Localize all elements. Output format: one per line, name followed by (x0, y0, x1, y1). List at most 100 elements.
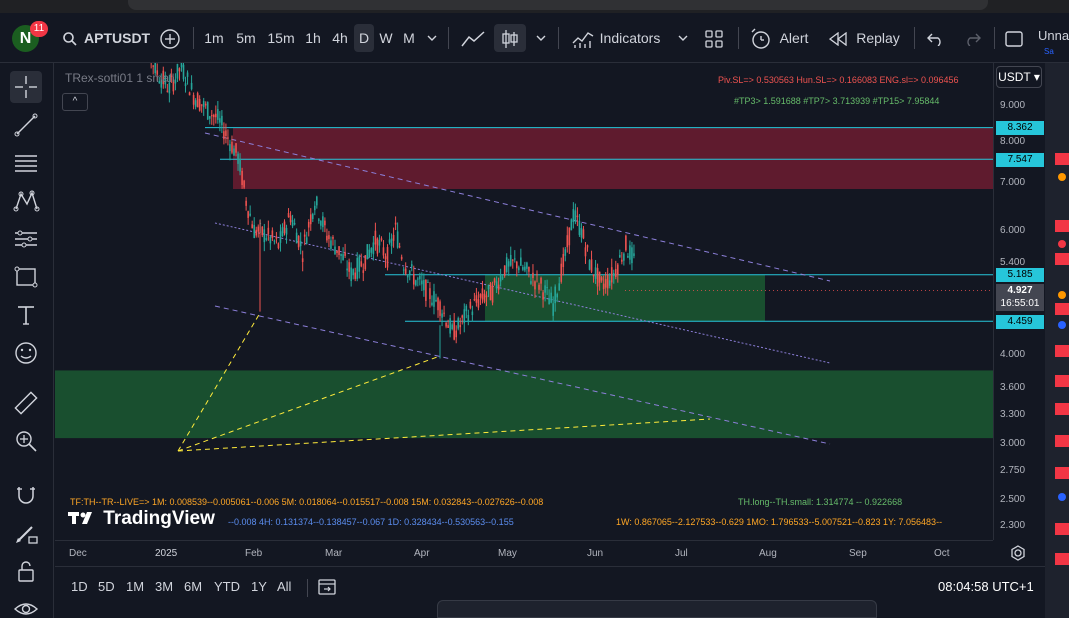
watchlist-flag[interactable] (1055, 403, 1069, 415)
price-tick: 6.000 (1000, 225, 1026, 236)
emoji-icon[interactable] (10, 337, 42, 369)
crosshair-icon[interactable] (10, 71, 42, 103)
timeframe-m[interactable]: M (399, 24, 419, 52)
magnet-icon[interactable] (10, 479, 42, 511)
layout-grid-icon[interactable] (702, 24, 726, 52)
address-bar[interactable] (128, 0, 988, 10)
candles-chart-icon[interactable] (494, 24, 526, 52)
range-ytd[interactable]: YTD (214, 579, 240, 594)
rectangle-icon[interactable] (10, 261, 42, 293)
lock-icon[interactable] (10, 555, 42, 587)
tradingview-logo[interactable]: TradingView (68, 508, 215, 530)
th-long-small-text: TH.long--TH.small: 1.314774 -- 0.922668 (738, 497, 903, 507)
currency-selector[interactable]: USDT ▾ (996, 66, 1042, 88)
range-6m[interactable]: 6M (184, 579, 202, 594)
watchlist-flag[interactable] (1055, 523, 1069, 535)
redo-icon[interactable] (960, 24, 984, 52)
chevron-down-icon[interactable] (423, 24, 441, 52)
price-scale[interactable]: USDT ▾ 9.000 8.000 7.000 6.000 5.400 4.0… (993, 63, 1045, 540)
range-3m[interactable]: 3M (155, 579, 173, 594)
candle-body (619, 254, 621, 258)
price-tick: 2.300 (1000, 520, 1026, 531)
watchlist-flag[interactable] (1055, 345, 1069, 357)
candle-body (617, 264, 619, 275)
candle-body (447, 325, 449, 328)
settings-gear-icon[interactable] (1010, 545, 1026, 566)
range-1m[interactable]: 1M (126, 579, 144, 594)
layout-square-icon[interactable] (1002, 24, 1026, 52)
candle-body (427, 281, 429, 283)
candle-body (560, 263, 563, 282)
candle-body (253, 224, 255, 238)
range-all[interactable]: All (277, 579, 291, 594)
trend-line-icon[interactable] (10, 109, 42, 141)
time-label: May (498, 548, 517, 559)
ruler-icon[interactable] (10, 387, 42, 419)
line-chart-icon[interactable] (458, 24, 488, 52)
candle-body (227, 137, 229, 139)
range-5d[interactable]: 5D (98, 579, 115, 594)
candle-body (277, 243, 280, 249)
undo-icon[interactable] (924, 24, 948, 52)
replay-icon[interactable] (828, 24, 848, 52)
legend-collapse-button[interactable]: ^ (62, 93, 88, 111)
candle-body (196, 93, 199, 108)
range-1y[interactable]: 1Y (251, 579, 267, 594)
watchlist-flag[interactable] (1055, 375, 1069, 387)
candle-body (271, 230, 274, 238)
watchlist-flag[interactable] (1055, 220, 1069, 232)
pencil-lock-icon[interactable] (10, 517, 42, 549)
pattern-icon[interactable] (10, 185, 42, 217)
candle-body (332, 236, 334, 239)
watchlist-flag[interactable] (1055, 153, 1069, 165)
chevron-down-icon[interactable] (532, 24, 550, 52)
fib-lines-icon[interactable] (10, 147, 42, 179)
clock-timezone[interactable]: 08:04:58 UTC+1 (938, 579, 1034, 594)
alert-button[interactable]: Alert (776, 24, 812, 52)
forecast-icon[interactable] (10, 223, 42, 255)
timeframe-15m[interactable]: 15m (265, 24, 297, 52)
watchlist-flag[interactable] (1055, 253, 1069, 265)
zoom-in-icon[interactable] (10, 425, 42, 457)
indicators-button[interactable]: Indicators (598, 24, 662, 52)
candle-body (623, 253, 625, 261)
chart-pane[interactable] (55, 63, 993, 540)
candle-body (479, 294, 482, 298)
watchlist-dot (1058, 291, 1066, 299)
watchlist-flag[interactable] (1055, 467, 1069, 479)
candle-body (334, 246, 336, 255)
timeframe-1h[interactable]: 1h (301, 24, 325, 52)
timeframe-1m[interactable]: 1m (200, 24, 228, 52)
floating-drawing-toolbar[interactable] (437, 600, 877, 618)
candle-body (602, 283, 605, 290)
candle-body (511, 259, 514, 261)
candle-body (408, 270, 411, 275)
candle-body (406, 275, 409, 278)
candle-body (546, 287, 548, 289)
pivot-stoploss-text: Piv.SL=> 0.530563 Hun.SL=> 0.166083 ENG.… (718, 75, 959, 85)
watchlist-flag[interactable] (1055, 435, 1069, 447)
candle-body (281, 227, 284, 237)
candle-body (524, 266, 526, 271)
timeframe-4h[interactable]: 4h (328, 24, 352, 52)
eye-icon[interactable] (10, 593, 42, 618)
supply-demand-zone (485, 274, 765, 322)
timeframe-w[interactable]: W (376, 24, 396, 52)
timeframe-d[interactable]: D (354, 24, 374, 52)
indicators-icon[interactable] (570, 24, 596, 52)
indicator-legend[interactable]: TRex-sotti01 1 small (65, 71, 174, 85)
chevron-down-icon[interactable] (674, 24, 692, 52)
watchlist-flag[interactable] (1055, 553, 1069, 565)
symbol-search[interactable]: APTUSDT (84, 26, 150, 50)
time-scale[interactable]: Dec 2025 Feb Mar Apr May Jun Jul Aug Sep… (55, 540, 993, 566)
replay-button[interactable]: Replay (854, 24, 902, 52)
compare-symbol-button[interactable] (155, 24, 185, 52)
price-chart[interactable] (55, 63, 993, 540)
search-icon[interactable] (62, 26, 78, 50)
watchlist-flag[interactable] (1055, 303, 1069, 315)
text-tool-icon[interactable] (10, 299, 42, 331)
alarm-clock-icon[interactable] (748, 24, 774, 52)
timeframe-5m[interactable]: 5m (232, 24, 260, 52)
range-1d[interactable]: 1D (71, 579, 88, 594)
date-range-icon[interactable] (317, 577, 337, 602)
